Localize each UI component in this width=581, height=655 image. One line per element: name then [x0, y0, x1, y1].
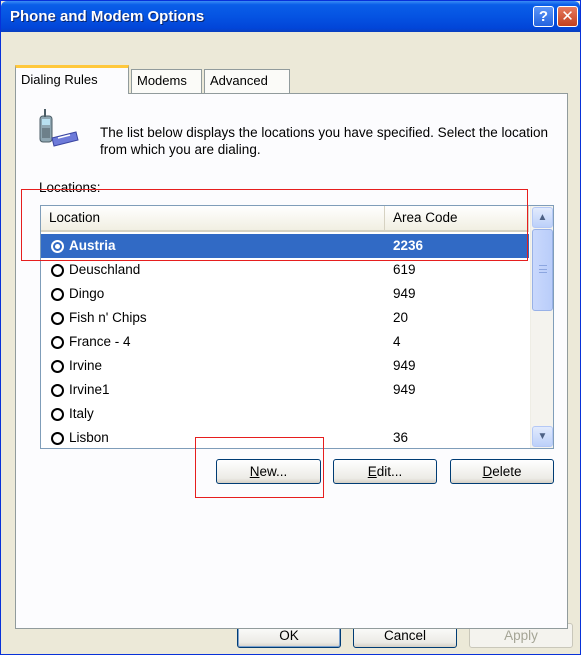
location-row[interactable]: Fish n' Chips 20: [41, 306, 529, 330]
location-name: Irvine1: [69, 382, 110, 397]
delete-mnemonic: D: [482, 464, 493, 479]
edit-mnemonic: E: [367, 464, 377, 479]
location-row[interactable]: Irvine 949: [41, 354, 529, 378]
location-rows: Austria 2236 Deuschland 619 Dingo 949 Fish n' …: [41, 234, 529, 448]
scroll-up-arrow-icon[interactable]: ▲: [532, 207, 553, 228]
location-name: Dingo: [69, 286, 105, 301]
new-button[interactable]: New...: [216, 459, 321, 484]
radio-icon[interactable]: [51, 360, 64, 373]
location-row[interactable]: France - 4 4: [41, 330, 529, 354]
radio-icon[interactable]: [51, 264, 64, 277]
area-code: 949: [393, 382, 416, 397]
location-name: Fish n' Chips: [69, 310, 147, 325]
location-row[interactable]: Austria 2236: [41, 234, 529, 258]
location-name: Austria: [69, 238, 116, 253]
locations-label: Locations:: [39, 180, 101, 195]
scroll-thumb[interactable]: [532, 229, 553, 311]
radio-icon[interactable]: [51, 384, 64, 397]
telephone-icon: [39, 109, 79, 147]
locations-list[interactable]: Location Area Code Austria 2236 Deuschland…: [40, 205, 554, 449]
location-name: Irvine: [69, 358, 103, 373]
description-text: The list below displays the locations yo…: [100, 125, 549, 157]
location-row[interactable]: Deuschland 619: [41, 258, 529, 282]
location-row[interactable]: Italy: [41, 402, 529, 426]
grip-icon: [539, 265, 547, 273]
area-code: 2236: [393, 238, 424, 253]
column-header-area-code[interactable]: Area Code: [385, 206, 529, 230]
dialing-rules-panel: The list below displays the locations yo…: [15, 93, 568, 629]
delete-button[interactable]: Delete: [450, 459, 554, 484]
radio-icon[interactable]: [51, 312, 64, 325]
area-code: 4: [393, 334, 401, 349]
location-row[interactable]: Dingo 949: [41, 282, 529, 306]
radio-icon[interactable]: [51, 432, 64, 445]
phone-modem-options-dialog: Phone and Modem Options ? ✕ Dialing Rule…: [0, 0, 581, 655]
location-row[interactable]: Irvine1 949: [41, 378, 529, 402]
tab-modems[interactable]: Modems: [131, 69, 202, 93]
edit-button[interactable]: Edit...: [333, 459, 437, 484]
location-row[interactable]: Lisbon 36: [41, 426, 529, 448]
tab-advanced[interactable]: Advanced: [204, 69, 290, 93]
radio-icon[interactable]: [51, 408, 64, 421]
area-code: 36: [393, 430, 409, 445]
title-bar[interactable]: Phone and Modem Options ? ✕: [1, 1, 580, 32]
scroll-down-arrow-icon[interactable]: ▼: [532, 426, 553, 447]
location-name: France - 4: [69, 334, 131, 349]
tab-dialing-rules[interactable]: Dialing Rules: [15, 65, 129, 94]
location-name: Italy: [69, 406, 94, 421]
radio-dot: [55, 244, 60, 249]
area-code: 949: [393, 358, 416, 373]
vertical-scrollbar[interactable]: ▲ ▼: [530, 206, 553, 448]
radio-icon[interactable]: [51, 288, 64, 301]
column-header-location[interactable]: Location: [41, 206, 385, 230]
edit-label: dit...: [376, 464, 403, 479]
location-name: Lisbon: [69, 430, 109, 445]
close-button[interactable]: ✕: [557, 6, 578, 27]
new-label: ew...: [259, 464, 288, 479]
help-button[interactable]: ?: [533, 6, 554, 27]
location-name: Deuschland: [69, 262, 141, 277]
area-code: 949: [393, 286, 416, 301]
radio-icon[interactable]: [51, 336, 64, 349]
window-title: Phone and Modem Options: [10, 8, 205, 25]
radio-selected-icon[interactable]: [51, 240, 64, 253]
area-code: 20: [393, 310, 409, 325]
delete-label: elete: [492, 464, 522, 479]
list-header: Location Area Code: [41, 206, 529, 232]
area-code: 619: [393, 262, 416, 277]
